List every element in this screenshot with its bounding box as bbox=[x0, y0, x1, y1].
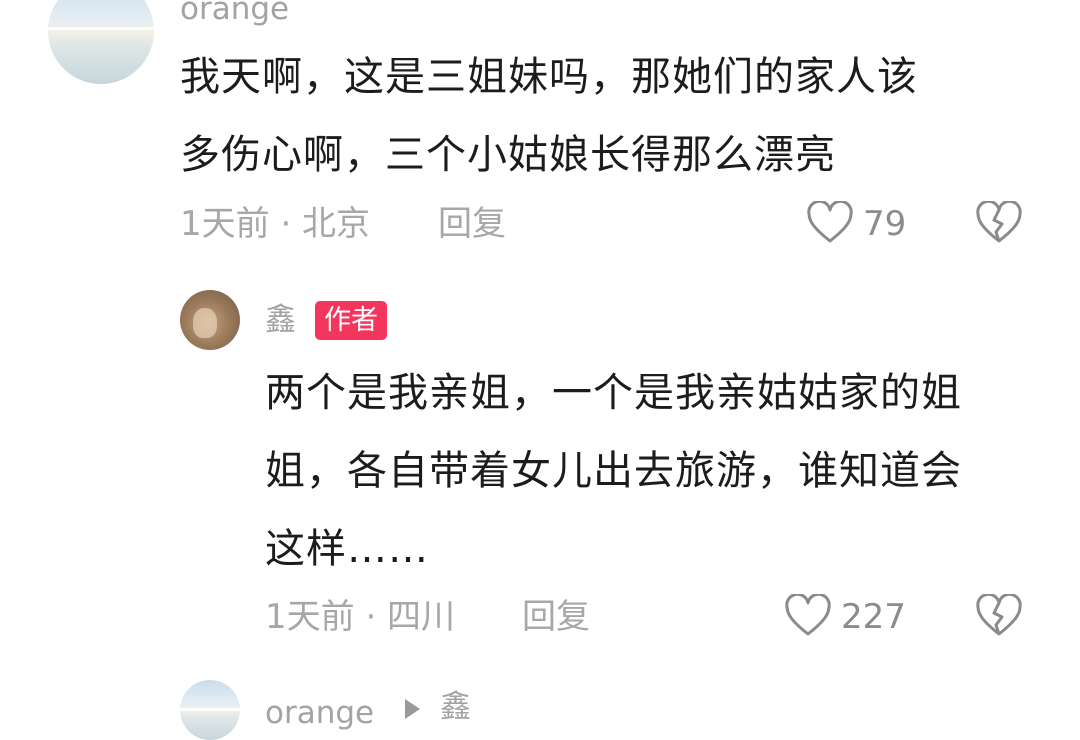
reply-target-username[interactable]: 鑫 bbox=[440, 692, 471, 723]
broken-heart-icon[interactable] bbox=[975, 201, 1023, 245]
heart-outline-icon[interactable] bbox=[784, 594, 832, 638]
reply-text: 两个是我亲姐，一个是我亲姑姑家的姐 姐，各自带着女儿出去旅游，谁知道会 这样…… bbox=[265, 354, 962, 588]
avatar[interactable] bbox=[180, 680, 240, 740]
like-count: 227 bbox=[841, 597, 906, 637]
avatar[interactable] bbox=[48, 0, 154, 84]
reply-username[interactable]: orange bbox=[265, 698, 374, 729]
broken-heart-icon[interactable] bbox=[975, 594, 1023, 638]
like-count: 79 bbox=[863, 204, 907, 244]
avatar[interactable] bbox=[180, 290, 240, 350]
reply-button[interactable]: 回复 bbox=[522, 600, 590, 634]
comment-time-location: 1天前 · 北京 bbox=[180, 204, 371, 244]
comment-text-line: 我天啊，这是三姐妹吗，那她们的家人该 bbox=[180, 54, 918, 100]
reply-text-line: 这样…… bbox=[265, 526, 429, 572]
heart-outline-icon[interactable] bbox=[806, 201, 854, 245]
comment-text: 我天啊，这是三姐妹吗，那她们的家人该 多伤心啊，三个小姑娘长得那么漂亮 bbox=[180, 38, 918, 194]
reply-button[interactable]: 回复 bbox=[438, 207, 506, 241]
play-arrow-icon bbox=[403, 698, 421, 720]
reply-text-line: 两个是我亲姐，一个是我亲姑姑家的姐 bbox=[265, 370, 962, 416]
author-badge: 作者 bbox=[315, 301, 387, 340]
comment-text-line: 多伤心啊，三个小姑娘长得那么漂亮 bbox=[180, 132, 836, 178]
comment-username[interactable]: orange bbox=[180, 0, 289, 25]
reply-username[interactable]: 鑫 bbox=[265, 305, 296, 336]
reply-text-line: 姐，各自带着女儿出去旅游，谁知道会 bbox=[265, 448, 962, 494]
reply-time-location: 1天前 · 四川 bbox=[265, 597, 456, 637]
